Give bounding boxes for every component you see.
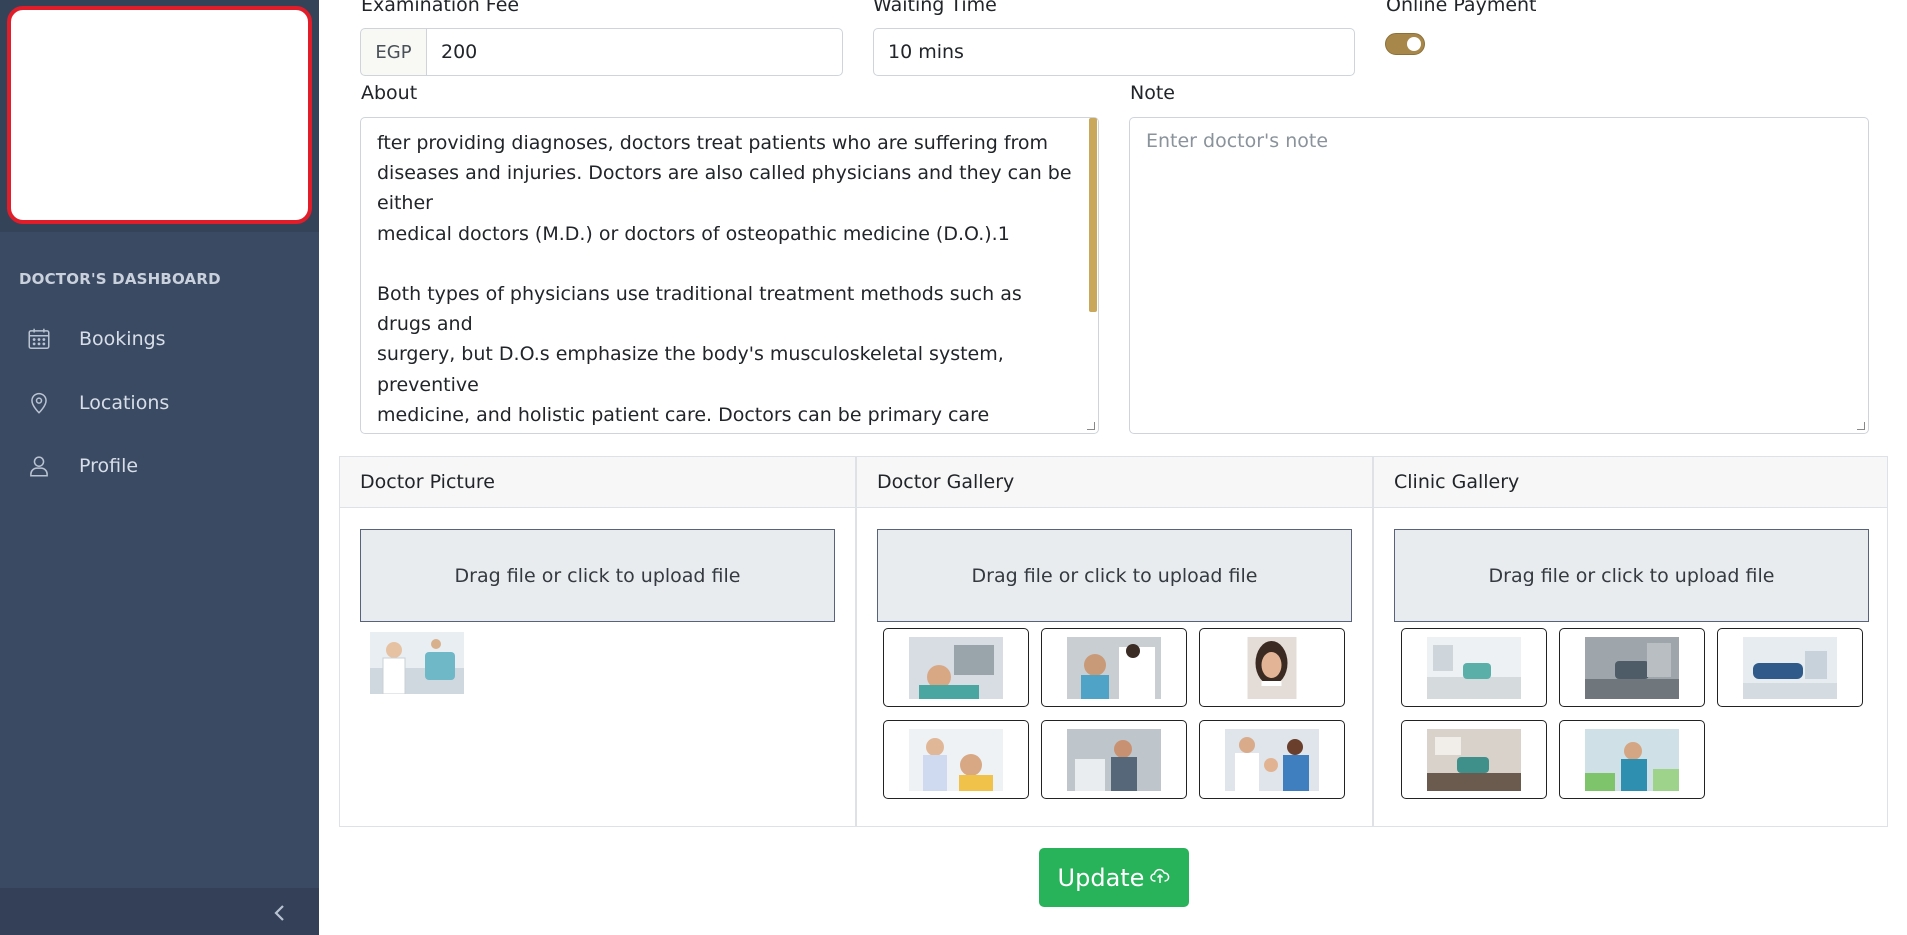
- clinic-gallery-card: Clinic Gallery Drag file or click to upl…: [1373, 456, 1888, 827]
- note-placeholder: Enter doctor's note: [1146, 130, 1329, 152]
- gallery-image: [1585, 728, 1679, 791]
- doctor-picture-card: Doctor Picture Drag file or click to upl…: [339, 456, 856, 827]
- clinic-gallery-dropzone[interactable]: Drag file or click to upload file: [1394, 529, 1869, 622]
- gallery-thumbnail[interactable]: [883, 628, 1029, 707]
- gallery-thumbnail[interactable]: [883, 720, 1029, 799]
- about-scrollbar[interactable]: [1089, 118, 1097, 312]
- doctor-gallery-dropzone[interactable]: Drag file or click to upload file: [877, 529, 1352, 622]
- examination-fee-label: Examination Fee: [361, 0, 520, 16]
- resize-handle-icon[interactable]: [1857, 422, 1865, 430]
- toggle-knob: [1407, 37, 1421, 51]
- gallery-thumbnail[interactable]: [1041, 720, 1187, 799]
- sidebar: DOCTOR'S DASHBOARD Bookings Locations Pr…: [0, 0, 319, 935]
- gallery-image: [1067, 728, 1161, 791]
- doctor-photo-thumbnail[interactable]: [370, 632, 464, 694]
- sidebar-item-locations[interactable]: Locations: [0, 375, 319, 431]
- card-title: Doctor Gallery: [877, 471, 1015, 493]
- waiting-time-label: Waiting Time: [873, 0, 997, 16]
- calendar-icon: [26, 326, 52, 352]
- gallery-image: [1225, 728, 1319, 791]
- gallery-image: [1743, 636, 1837, 699]
- note-textarea[interactable]: Enter doctor's note: [1129, 117, 1869, 434]
- about-textarea[interactable]: fter providing diagnoses, doctors treat …: [360, 117, 1099, 434]
- update-button[interactable]: Update: [1039, 848, 1189, 907]
- online-payment-label: Online Payment: [1386, 0, 1537, 16]
- card-title: Clinic Gallery: [1394, 471, 1520, 493]
- doctor-gallery-card: Doctor Gallery Drag file or click to upl…: [856, 456, 1373, 827]
- gallery-thumbnail[interactable]: [1199, 628, 1345, 707]
- gallery-image: [1427, 728, 1521, 791]
- gallery-image: [1247, 636, 1297, 699]
- map-pin-icon: [26, 390, 52, 416]
- card-header: Doctor Picture: [340, 457, 855, 508]
- gallery-thumbnail[interactable]: [1041, 628, 1187, 707]
- sidebar-heading: DOCTOR'S DASHBOARD: [19, 270, 221, 288]
- user-icon: [26, 453, 52, 479]
- sidebar-item-label: Profile: [79, 455, 139, 477]
- gallery-image: [1067, 636, 1161, 699]
- currency-addon: EGP: [360, 28, 427, 76]
- examination-fee-input[interactable]: 200: [426, 28, 843, 76]
- sidebar-item-profile[interactable]: Profile: [0, 438, 319, 494]
- gallery-image: [1585, 636, 1679, 699]
- resize-handle-icon[interactable]: [1087, 422, 1095, 430]
- cloud-upload-icon: [1150, 864, 1170, 892]
- online-payment-toggle[interactable]: [1385, 33, 1425, 55]
- gallery-image: [909, 636, 1003, 699]
- gallery-image: [1427, 636, 1521, 699]
- gallery-thumbnail[interactable]: [1401, 628, 1547, 707]
- sidebar-item-label: Locations: [79, 392, 170, 414]
- gallery-thumbnail[interactable]: [1559, 720, 1705, 799]
- card-title: Doctor Picture: [360, 471, 495, 493]
- logo[interactable]: [7, 6, 312, 224]
- waiting-time-input[interactable]: 10 mins: [873, 28, 1355, 76]
- card-header: Doctor Gallery: [857, 457, 1372, 508]
- update-label: Update: [1057, 863, 1145, 892]
- gallery-thumbnail[interactable]: [1717, 628, 1863, 707]
- sidebar-item-label: Bookings: [79, 328, 166, 350]
- gallery-thumbnail[interactable]: [1401, 720, 1547, 799]
- about-text: fter providing diagnoses, doctors treat …: [377, 132, 1072, 426]
- about-label: About: [361, 82, 418, 104]
- card-header: Clinic Gallery: [1374, 457, 1887, 508]
- gallery-thumbnail[interactable]: [1559, 628, 1705, 707]
- chevron-left-icon[interactable]: [270, 903, 290, 923]
- gallery-thumbnail[interactable]: [1199, 720, 1345, 799]
- sidebar-item-bookings[interactable]: Bookings: [0, 311, 319, 367]
- gallery-image: [909, 728, 1003, 791]
- doctor-picture-dropzone[interactable]: Drag file or click to upload file: [360, 529, 835, 622]
- logo-area: [0, 0, 319, 232]
- note-label: Note: [1130, 82, 1175, 104]
